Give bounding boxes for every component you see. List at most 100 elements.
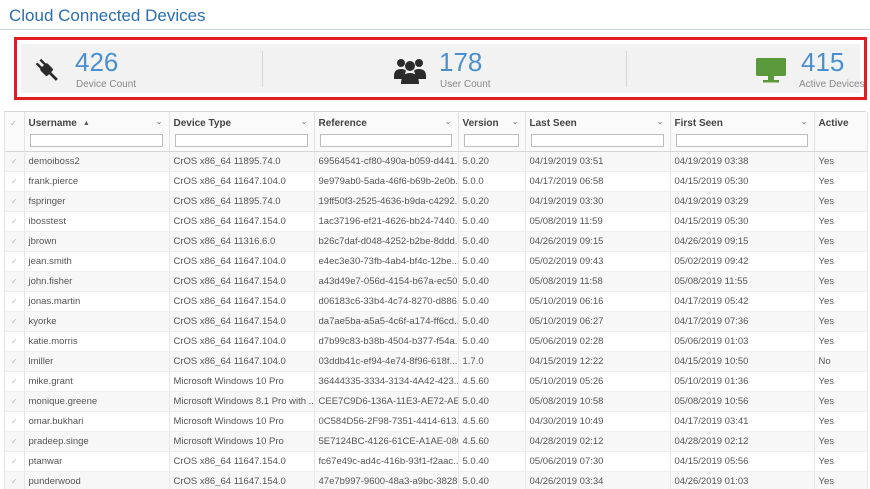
- reference-cell: fc67e49c-ad4c-416b-93f1-f2aac...: [314, 451, 459, 472]
- row-select-checkbox[interactable]: ✓: [5, 451, 25, 472]
- table-row[interactable]: ✓ demoiboss2 CrOS x86_64 11895.74.0 6956454…: [5, 151, 868, 172]
- username-filter-input[interactable]: [29, 134, 163, 147]
- device-type-filter-input[interactable]: [174, 134, 308, 147]
- last-seen-cell: 05/06/2019 07:30: [525, 451, 671, 472]
- chevron-down-icon[interactable]: ⌄: [512, 117, 519, 126]
- row-select-checkbox[interactable]: ✓: [5, 431, 25, 452]
- last-seen-cell: 04/28/2019 02:12: [525, 431, 671, 452]
- last-seen-filter-input[interactable]: [530, 134, 664, 147]
- username-cell: punderwood: [24, 471, 170, 489]
- row-select-checkbox[interactable]: ✓: [5, 471, 25, 489]
- chevron-down-icon[interactable]: ⌄: [801, 117, 808, 126]
- active-devices-value: 415: [801, 47, 845, 77]
- username-cell: jean.smith: [24, 251, 170, 272]
- reference-cell: a43d49e7-056d-4154-b67a-ec50...: [314, 271, 459, 292]
- row-select-checkbox[interactable]: ✓: [5, 151, 25, 172]
- first-seen-filter-input[interactable]: [675, 134, 808, 147]
- table-row[interactable]: ✓ monique.greene Microsoft Windows 8.1 Pro…: [5, 391, 868, 412]
- row-select-checkbox[interactable]: ✓: [5, 231, 25, 252]
- row-select-checkbox[interactable]: ✓: [5, 391, 25, 412]
- row-select-checkbox[interactable]: ✓: [5, 411, 25, 432]
- table-row[interactable]: ✓ jean.smith CrOS x86_64 11647.104.0 e4ec3e…: [5, 251, 868, 272]
- active-cell: Yes: [814, 231, 868, 252]
- devices-table: ✓ Username ▲ ⌄ Device Type ⌄ Reference ⌄: [4, 111, 868, 489]
- first-seen-cell: 04/17/2019 05:42: [670, 291, 815, 312]
- device-type-cell: CrOS x86_64 11647.154.0: [169, 471, 315, 489]
- column-header-reference[interactable]: Reference ⌄: [314, 112, 459, 152]
- version-cell: 5.0.0: [458, 171, 526, 192]
- username-cell: kyorke: [24, 311, 170, 332]
- row-select-checkbox[interactable]: ✓: [5, 331, 25, 352]
- user-count-value: 178: [439, 47, 483, 77]
- row-select-checkbox[interactable]: ✓: [5, 291, 25, 312]
- chevron-down-icon[interactable]: ⌄: [445, 117, 452, 126]
- chevron-down-icon[interactable]: ⌄: [156, 117, 163, 126]
- reference-cell: d06183c6-33b4-4c74-8270-d886...: [314, 291, 459, 312]
- stats-highlight: 426 Device Count 178 User Count 415 Acti…: [14, 37, 867, 100]
- table-row[interactable]: ✓ john.fisher CrOS x86_64 11647.154.0 a43d4…: [5, 271, 868, 292]
- table-row[interactable]: ✓ fspringer CrOS x86_64 11895.74.0 19ff50f3…: [5, 191, 868, 212]
- table-row[interactable]: ✓ kyorke CrOS x86_64 11647.154.0 da7ae5ba-a…: [5, 311, 868, 332]
- username-cell: monique.greene: [24, 391, 170, 412]
- username-cell: omar.bukhari: [24, 411, 170, 432]
- version-cell: 5.0.40: [458, 291, 526, 312]
- first-seen-cell: 04/26/2019 09:15: [670, 231, 815, 252]
- chevron-down-icon[interactable]: ⌄: [657, 117, 664, 126]
- row-select-checkbox[interactable]: ✓: [5, 371, 25, 392]
- version-cell: 5.0.40: [458, 451, 526, 472]
- column-header-last-seen[interactable]: Last Seen ⌄: [525, 112, 671, 152]
- table-row[interactable]: ✓ lmiller CrOS x86_64 11647.104.0 03ddb41c-…: [5, 351, 868, 372]
- username-cell: ibosstest: [24, 211, 170, 232]
- device-count-label: Device Count: [76, 79, 137, 90]
- table-row[interactable]: ✓ katie.morris CrOS x86_64 11647.104.0 d7b9…: [5, 331, 868, 352]
- row-select-checkbox[interactable]: ✓: [5, 191, 25, 212]
- row-select-checkbox[interactable]: ✓: [5, 251, 25, 272]
- column-header-device-type[interactable]: Device Type ⌄: [169, 112, 315, 152]
- active-cell: Yes: [814, 451, 868, 472]
- check-icon: ✓: [10, 436, 18, 446]
- column-header-active[interactable]: Active: [814, 112, 868, 152]
- version-cell: 5.0.40: [458, 331, 526, 352]
- table-row[interactable]: ✓ mike.grant Microsoft Windows 10 Pro 36444…: [5, 371, 868, 392]
- sort-ascending-icon[interactable]: ▲: [83, 120, 90, 127]
- check-icon: ✓: [10, 396, 18, 406]
- row-select-checkbox[interactable]: ✓: [5, 351, 25, 372]
- table-row[interactable]: ✓ jonas.martin CrOS x86_64 11647.154.0 d061…: [5, 291, 868, 312]
- device-type-cell: Microsoft Windows 10 Pro: [169, 371, 315, 392]
- row-select-checkbox[interactable]: ✓: [5, 171, 25, 192]
- stat-active-devices: 415 Active Devices: [743, 44, 865, 93]
- device-type-cell: CrOS x86_64 11647.104.0: [169, 251, 315, 272]
- reference-filter-input[interactable]: [319, 134, 452, 147]
- reference-cell: CEE7C9D6-136A-11E3-AE72-AE8...: [314, 391, 459, 412]
- row-select-checkbox[interactable]: ✓: [5, 311, 25, 332]
- first-seen-cell: 05/08/2019 11:55: [670, 271, 815, 292]
- check-icon: ✓: [10, 356, 18, 366]
- active-cell: Yes: [814, 471, 868, 489]
- table-row[interactable]: ✓ frank.pierce CrOS x86_64 11647.104.0 9e97…: [5, 171, 868, 192]
- table-row[interactable]: ✓ ibosstest CrOS x86_64 11647.154.0 1ac3719…: [5, 211, 868, 232]
- version-cell: 5.0.40: [458, 271, 526, 292]
- select-all-header[interactable]: ✓: [5, 112, 25, 152]
- active-cell: Yes: [814, 271, 868, 292]
- table-row[interactable]: ✓ jbrown CrOS x86_64 11316.6.0 b26c7daf-d04…: [5, 231, 868, 252]
- column-label: Last Seen: [529, 118, 577, 129]
- row-select-checkbox[interactable]: ✓: [5, 211, 25, 232]
- table-row[interactable]: ✓ omar.bukhari Microsoft Windows 10 Pro 0C5…: [5, 411, 868, 432]
- device-type-cell: CrOS x86_64 11647.154.0: [169, 291, 315, 312]
- column-header-version[interactable]: Version ⌄: [458, 112, 526, 152]
- first-seen-cell: 05/02/2019 09:42: [670, 251, 815, 272]
- column-header-first-seen[interactable]: First Seen ⌄: [670, 112, 815, 152]
- table-row[interactable]: ✓ punderwood CrOS x86_64 11647.154.0 47e7b9…: [5, 471, 868, 489]
- table-row[interactable]: ✓ pradeep.singe Microsoft Windows 10 Pro 5E…: [5, 431, 868, 452]
- column-label: Reference: [318, 118, 367, 129]
- check-icon: ✓: [10, 176, 18, 186]
- table-row[interactable]: ✓ ptanwar CrOS x86_64 11647.154.0 fc67e49c-…: [5, 451, 868, 472]
- active-cell: Yes: [814, 411, 868, 432]
- row-select-checkbox[interactable]: ✓: [5, 271, 25, 292]
- version-filter-input[interactable]: [463, 134, 519, 147]
- last-seen-cell: 04/15/2019 12:22: [525, 351, 671, 372]
- active-cell: Yes: [814, 331, 868, 352]
- version-cell: 5.0.20: [458, 191, 526, 212]
- column-header-username[interactable]: Username ▲ ⌄: [24, 112, 170, 152]
- chevron-down-icon[interactable]: ⌄: [301, 117, 308, 126]
